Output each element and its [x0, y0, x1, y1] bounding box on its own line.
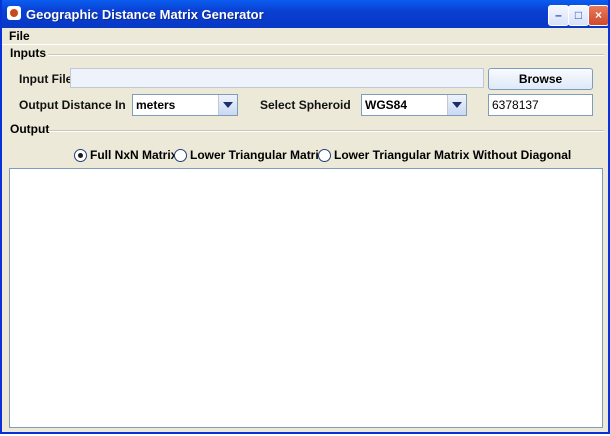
inputs-section-label: Inputs	[10, 46, 46, 60]
output-distance-select[interactable]: meters	[132, 94, 238, 116]
output-distance-label: Output Distance In	[19, 98, 126, 112]
title-bar[interactable]: Geographic Distance Matrix Generator – □…	[2, 0, 608, 28]
java-app-icon	[7, 6, 21, 20]
spheroid-label: Select Spheroid	[260, 98, 351, 112]
menu-bar: File	[2, 28, 608, 45]
app-window: Geographic Distance Matrix Generator – □…	[0, 0, 610, 434]
output-distance-value: meters	[136, 98, 176, 112]
radio-lower-triangular-label: Lower Triangular Matrix	[190, 148, 326, 162]
close-button[interactable]: ×	[588, 5, 608, 26]
minimize-button[interactable]: –	[548, 5, 569, 26]
input-file-field[interactable]	[70, 68, 484, 88]
output-text-area[interactable]	[9, 168, 603, 428]
spheroid-select[interactable]: WGS84	[361, 94, 467, 116]
inputs-separator	[48, 54, 604, 56]
spheroid-value: WGS84	[365, 98, 408, 112]
radius-input[interactable]: 6378137	[488, 94, 593, 116]
radio-unselected-icon[interactable]	[174, 149, 187, 162]
radio-unselected-icon[interactable]	[318, 149, 331, 162]
menu-file[interactable]: File	[9, 29, 30, 43]
radio-selected-icon[interactable]	[74, 149, 87, 162]
radio-full-matrix-label: Full NxN Matrix	[90, 148, 178, 162]
maximize-button[interactable]: □	[568, 5, 589, 26]
radius-value: 6378137	[492, 98, 539, 112]
window-title: Geographic Distance Matrix Generator	[26, 7, 264, 22]
chevron-down-icon[interactable]	[218, 95, 237, 115]
browse-button[interactable]: Browse	[488, 68, 593, 90]
chevron-down-icon[interactable]	[447, 95, 466, 115]
output-section-label: Output	[10, 122, 50, 136]
input-file-label: Input File	[19, 72, 73, 86]
radio-lower-triangular-no-diagonal-label: Lower Triangular Matrix Without Diagonal	[334, 148, 572, 162]
output-separator	[48, 130, 604, 132]
